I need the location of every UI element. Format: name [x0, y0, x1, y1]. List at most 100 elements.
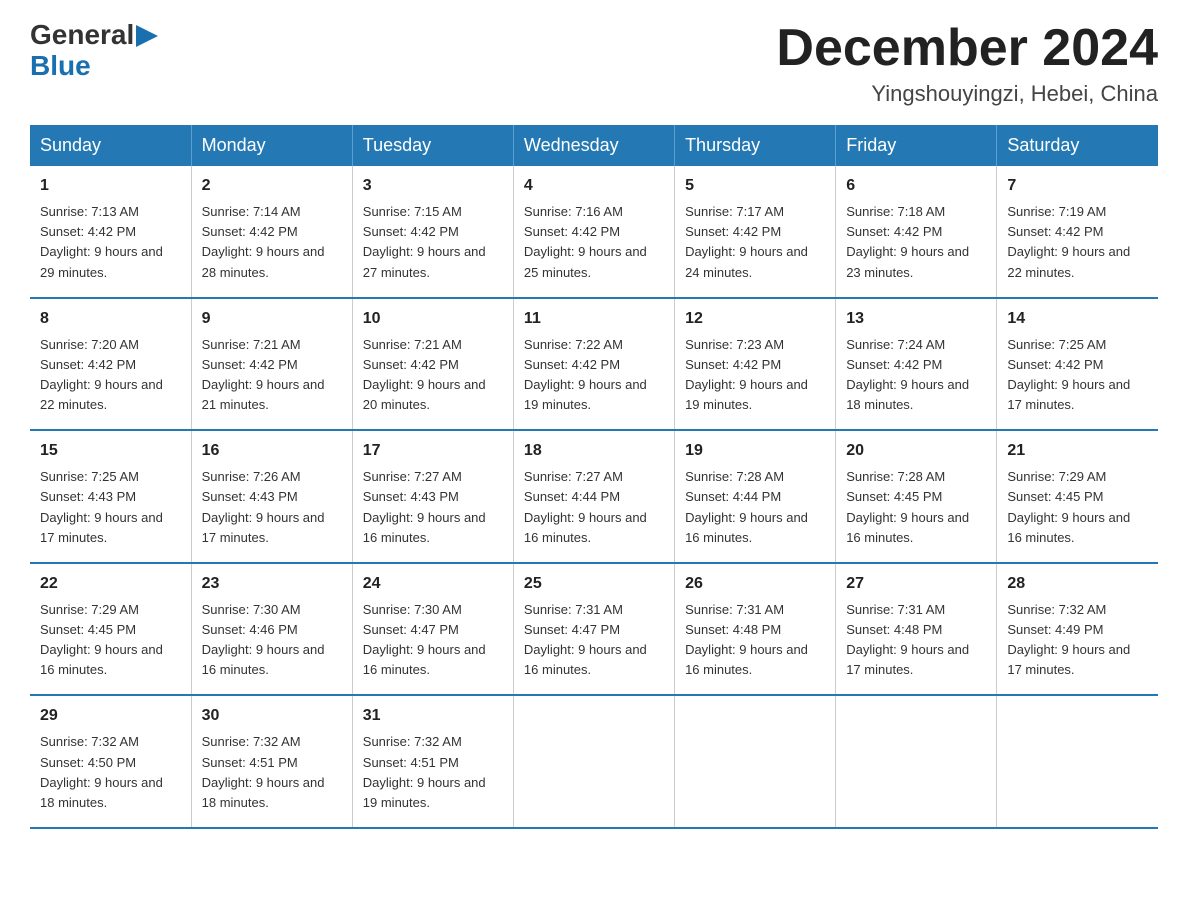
day-info: Sunrise: 7:16 AMSunset: 4:42 PMDaylight:…: [524, 202, 664, 283]
day-cell: 9 Sunrise: 7:21 AMSunset: 4:42 PMDaylight…: [191, 298, 352, 431]
page-header: General Blue December 2024 Yingshouyingz…: [30, 20, 1158, 107]
day-info: Sunrise: 7:21 AMSunset: 4:42 PMDaylight:…: [363, 335, 503, 416]
day-info: Sunrise: 7:17 AMSunset: 4:42 PMDaylight:…: [685, 202, 825, 283]
day-number: 3: [363, 174, 503, 198]
day-cell: 16 Sunrise: 7:26 AMSunset: 4:43 PMDayligh…: [191, 430, 352, 563]
day-number: 2: [202, 174, 342, 198]
day-info: Sunrise: 7:31 AMSunset: 4:48 PMDaylight:…: [846, 600, 986, 681]
day-number: 21: [1007, 439, 1148, 463]
day-info: Sunrise: 7:25 AMSunset: 4:43 PMDaylight:…: [40, 467, 181, 548]
weekday-header-wednesday: Wednesday: [513, 125, 674, 166]
day-number: 17: [363, 439, 503, 463]
day-info: Sunrise: 7:15 AMSunset: 4:42 PMDaylight:…: [363, 202, 503, 283]
day-cell: 25 Sunrise: 7:31 AMSunset: 4:47 PMDayligh…: [513, 563, 674, 696]
day-number: 23: [202, 572, 342, 596]
day-info: Sunrise: 7:27 AMSunset: 4:44 PMDaylight:…: [524, 467, 664, 548]
day-cell: 17 Sunrise: 7:27 AMSunset: 4:43 PMDayligh…: [352, 430, 513, 563]
day-cell: 10 Sunrise: 7:21 AMSunset: 4:42 PMDayligh…: [352, 298, 513, 431]
week-row-3: 15 Sunrise: 7:25 AMSunset: 4:43 PMDayligh…: [30, 430, 1158, 563]
day-info: Sunrise: 7:29 AMSunset: 4:45 PMDaylight:…: [1007, 467, 1148, 548]
day-info: Sunrise: 7:13 AMSunset: 4:42 PMDaylight:…: [40, 202, 181, 283]
day-info: Sunrise: 7:32 AMSunset: 4:51 PMDaylight:…: [202, 732, 342, 813]
logo-general: General: [30, 20, 134, 51]
day-cell: 12Sunrise: 7:23 AMSunset: 4:42 PMDayligh…: [675, 298, 836, 431]
day-cell: 14 Sunrise: 7:25 AMSunset: 4:42 PMDayligh…: [997, 298, 1158, 431]
day-number: 25: [524, 572, 664, 596]
day-info: Sunrise: 7:26 AMSunset: 4:43 PMDaylight:…: [202, 467, 342, 548]
day-number: 6: [846, 174, 986, 198]
day-cell: 3 Sunrise: 7:15 AMSunset: 4:42 PMDaylight…: [352, 166, 513, 298]
day-number: 9: [202, 307, 342, 331]
weekday-header-monday: Monday: [191, 125, 352, 166]
day-cell: 5Sunrise: 7:17 AMSunset: 4:42 PMDaylight…: [675, 166, 836, 298]
day-cell: 20 Sunrise: 7:28 AMSunset: 4:45 PMDayligh…: [836, 430, 997, 563]
weekday-header-row: SundayMondayTuesdayWednesdayThursdayFrid…: [30, 125, 1158, 166]
day-number: 30: [202, 704, 342, 728]
logo-blue: Blue: [30, 51, 91, 82]
day-info: Sunrise: 7:32 AMSunset: 4:51 PMDaylight:…: [363, 732, 503, 813]
day-cell: 11 Sunrise: 7:22 AMSunset: 4:42 PMDayligh…: [513, 298, 674, 431]
day-info: Sunrise: 7:19 AMSunset: 4:42 PMDaylight:…: [1007, 202, 1148, 283]
day-info: Sunrise: 7:20 AMSunset: 4:42 PMDaylight:…: [40, 335, 181, 416]
day-number: 18: [524, 439, 664, 463]
day-number: 7: [1007, 174, 1148, 198]
calendar-table: SundayMondayTuesdayWednesdayThursdayFrid…: [30, 125, 1158, 829]
day-number: 13: [846, 307, 986, 331]
day-info: Sunrise: 7:28 AMSunset: 4:44 PMDaylight:…: [685, 467, 825, 548]
week-row-2: 8 Sunrise: 7:20 AMSunset: 4:42 PMDaylight…: [30, 298, 1158, 431]
day-number: 15: [40, 439, 181, 463]
day-number: 24: [363, 572, 503, 596]
day-cell: 7 Sunrise: 7:19 AMSunset: 4:42 PMDaylight…: [997, 166, 1158, 298]
day-info: Sunrise: 7:23 AMSunset: 4:42 PMDaylight:…: [685, 335, 825, 416]
day-number: 27: [846, 572, 986, 596]
day-info: Sunrise: 7:21 AMSunset: 4:42 PMDaylight:…: [202, 335, 342, 416]
month-title: December 2024: [776, 20, 1158, 77]
day-cell: 24 Sunrise: 7:30 AMSunset: 4:47 PMDayligh…: [352, 563, 513, 696]
day-info: Sunrise: 7:30 AMSunset: 4:47 PMDaylight:…: [363, 600, 503, 681]
day-number: 26: [685, 572, 825, 596]
day-cell: 27 Sunrise: 7:31 AMSunset: 4:48 PMDayligh…: [836, 563, 997, 696]
day-info: Sunrise: 7:28 AMSunset: 4:45 PMDaylight:…: [846, 467, 986, 548]
day-cell: 30 Sunrise: 7:32 AMSunset: 4:51 PMDayligh…: [191, 695, 352, 828]
day-cell: [836, 695, 997, 828]
weekday-header-thursday: Thursday: [675, 125, 836, 166]
day-number: 28: [1007, 572, 1148, 596]
logo-arrow-icon: [136, 25, 158, 47]
day-number: 22: [40, 572, 181, 596]
day-number: 11: [524, 307, 664, 331]
day-cell: 26Sunrise: 7:31 AMSunset: 4:48 PMDayligh…: [675, 563, 836, 696]
day-info: Sunrise: 7:30 AMSunset: 4:46 PMDaylight:…: [202, 600, 342, 681]
day-cell: 4 Sunrise: 7:16 AMSunset: 4:42 PMDaylight…: [513, 166, 674, 298]
day-info: Sunrise: 7:27 AMSunset: 4:43 PMDaylight:…: [363, 467, 503, 548]
day-number: 8: [40, 307, 181, 331]
day-number: 4: [524, 174, 664, 198]
day-cell: 19 Sunrise: 7:28 AMSunset: 4:44 PMDayligh…: [675, 430, 836, 563]
day-info: Sunrise: 7:29 AMSunset: 4:45 PMDaylight:…: [40, 600, 181, 681]
day-number: 10: [363, 307, 503, 331]
day-cell: 13 Sunrise: 7:24 AMSunset: 4:42 PMDayligh…: [836, 298, 997, 431]
day-info: Sunrise: 7:24 AMSunset: 4:42 PMDaylight:…: [846, 335, 986, 416]
day-cell: 15 Sunrise: 7:25 AMSunset: 4:43 PMDayligh…: [30, 430, 191, 563]
weekday-header-saturday: Saturday: [997, 125, 1158, 166]
day-info: Sunrise: 7:32 AMSunset: 4:49 PMDaylight:…: [1007, 600, 1148, 681]
day-cell: 23 Sunrise: 7:30 AMSunset: 4:46 PMDayligh…: [191, 563, 352, 696]
week-row-5: 29Sunrise: 7:32 AMSunset: 4:50 PMDayligh…: [30, 695, 1158, 828]
day-info: Sunrise: 7:31 AMSunset: 4:47 PMDaylight:…: [524, 600, 664, 681]
day-cell: 28 Sunrise: 7:32 AMSunset: 4:49 PMDayligh…: [997, 563, 1158, 696]
day-cell: 29Sunrise: 7:32 AMSunset: 4:50 PMDayligh…: [30, 695, 191, 828]
day-number: 16: [202, 439, 342, 463]
logo: General Blue: [30, 20, 158, 82]
week-row-1: 1 Sunrise: 7:13 AMSunset: 4:42 PMDaylight…: [30, 166, 1158, 298]
day-cell: 1 Sunrise: 7:13 AMSunset: 4:42 PMDaylight…: [30, 166, 191, 298]
day-number: 19: [685, 439, 825, 463]
title-block: December 2024 Yingshouyingzi, Hebei, Chi…: [776, 20, 1158, 107]
day-cell: [513, 695, 674, 828]
day-info: Sunrise: 7:25 AMSunset: 4:42 PMDaylight:…: [1007, 335, 1148, 416]
day-cell: 21 Sunrise: 7:29 AMSunset: 4:45 PMDayligh…: [997, 430, 1158, 563]
day-number: 1: [40, 174, 181, 198]
day-number: 29: [40, 704, 181, 728]
day-number: 20: [846, 439, 986, 463]
day-number: 14: [1007, 307, 1148, 331]
day-cell: 6Sunrise: 7:18 AMSunset: 4:42 PMDaylight…: [836, 166, 997, 298]
day-info: Sunrise: 7:22 AMSunset: 4:42 PMDaylight:…: [524, 335, 664, 416]
